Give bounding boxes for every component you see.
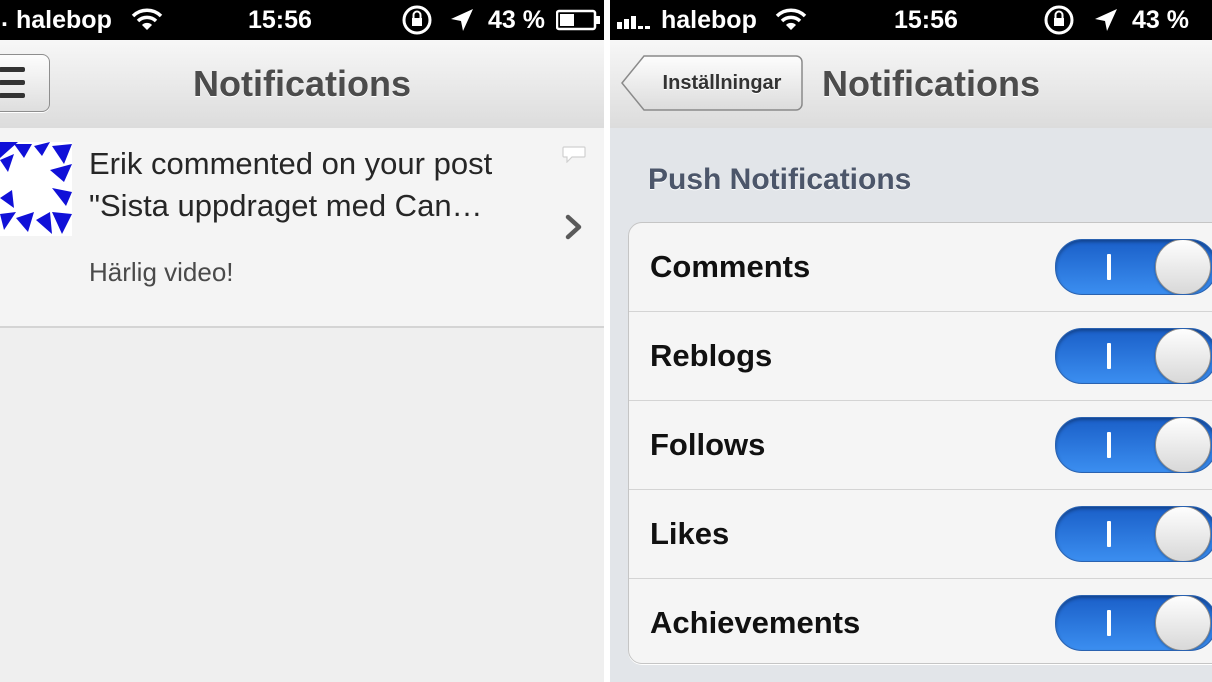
- carrier-label: halebop: [661, 6, 757, 34]
- notification-title: Erik commented on your post: [89, 146, 493, 181]
- notification-comment: Härlig video!: [89, 257, 234, 287]
- battery-percent: 43 %: [488, 6, 545, 34]
- status-bar: halebop 15:56 43 %: [610, 0, 1212, 40]
- likes-toggle[interactable]: [1055, 506, 1212, 562]
- page-title: Notifications: [822, 63, 1041, 104]
- notification-post-title: "Sista uppdraget med Can…: [89, 188, 483, 223]
- setting-row-achievements: Achievements: [629, 579, 1212, 663]
- follows-toggle[interactable]: [1055, 417, 1212, 473]
- setting-label: Likes: [650, 516, 730, 551]
- status-bar: .. halebop 15:56 43 %: [0, 0, 604, 40]
- setting-label: Follows: [650, 427, 766, 462]
- nav-bar: Notifications: [0, 40, 604, 129]
- setting-row-reblogs: Reblogs: [629, 312, 1212, 401]
- setting-row-comments: Comments: [629, 223, 1212, 312]
- clock: 15:56: [248, 6, 312, 34]
- setting-label: Achievements: [650, 605, 861, 640]
- section-header: Push Notifications: [648, 163, 912, 196]
- clock: 15:56: [894, 6, 958, 34]
- signal-icon: ..: [0, 4, 8, 32]
- back-button-label: Inställningar: [662, 72, 782, 94]
- comments-toggle[interactable]: [1055, 239, 1212, 295]
- push-settings-group: Comments Reblogs Follows Likes Achieveme…: [628, 222, 1212, 664]
- setting-label: Reblogs: [650, 338, 773, 373]
- setting-label: Comments: [650, 249, 811, 284]
- carrier-label: halebop: [16, 6, 112, 34]
- chevron-right-icon: [564, 214, 584, 240]
- battery-percent: 43 %: [1132, 6, 1189, 34]
- avatar: [0, 142, 72, 236]
- setting-row-likes: Likes: [629, 490, 1212, 579]
- comment-bubble-icon: [562, 146, 586, 164]
- left-screen: .. halebop 15:56 43 % Notifications: [0, 0, 604, 682]
- back-button[interactable]: Inställningar: [620, 54, 804, 112]
- setting-row-follows: Follows: [629, 401, 1212, 490]
- reblogs-toggle[interactable]: [1055, 328, 1212, 384]
- page-title: Notifications: [192, 63, 411, 104]
- achievements-toggle[interactable]: [1055, 595, 1212, 651]
